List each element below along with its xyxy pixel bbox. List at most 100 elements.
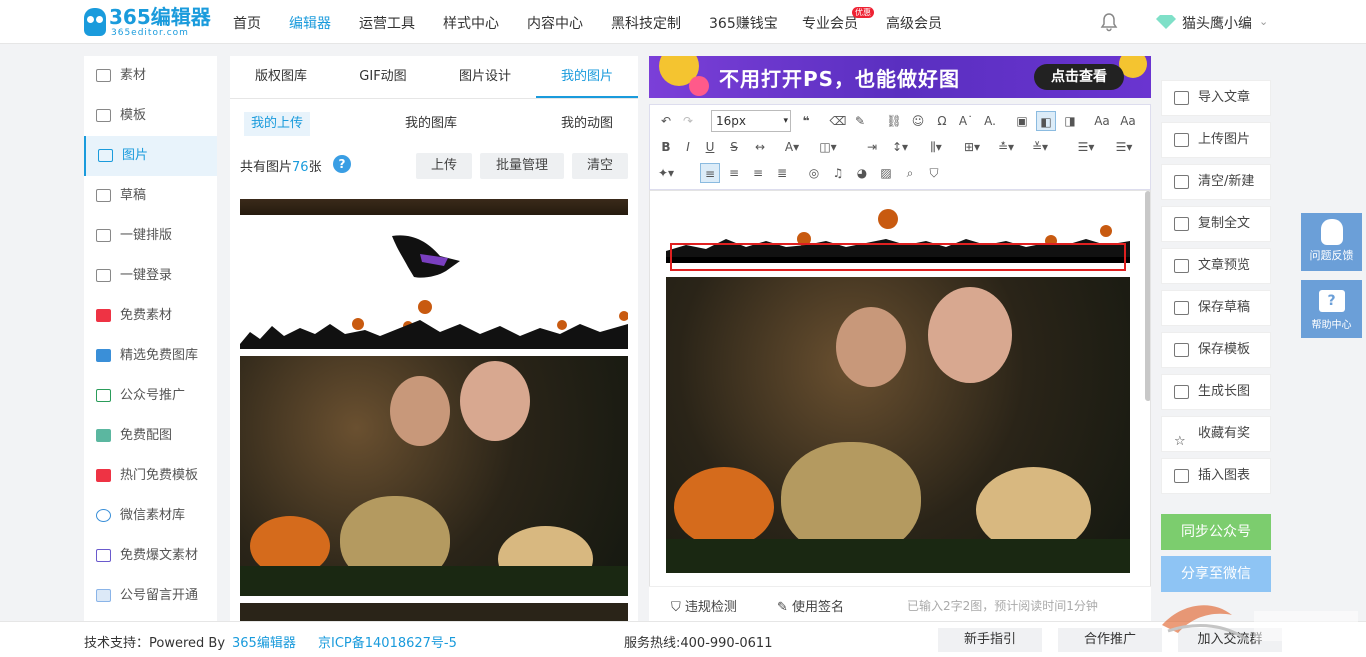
halloween-silhouette-image[interactable] — [240, 224, 628, 349]
tab-my-images[interactable]: 我的图片 — [536, 56, 638, 98]
sidebar-item-draft[interactable]: 草稿 — [84, 176, 217, 216]
image-thumbnail[interactable] — [240, 199, 628, 224]
sidebar-item-hot-template[interactable]: 热门免费模板 — [84, 456, 217, 496]
chevron-down-icon[interactable]: ⌄ — [1259, 15, 1268, 28]
layout-right-icon[interactable]: ◨ — [1060, 111, 1080, 131]
nav-senior-member[interactable]: 高级会员 — [886, 13, 942, 33]
partner-button[interactable]: 合作推广 — [1058, 628, 1162, 652]
editor-scrollbar[interactable] — [1145, 191, 1150, 401]
sidebar-item-gallery[interactable]: 精选免费图库 — [84, 336, 217, 376]
import-article-button[interactable]: 导入文章 — [1161, 80, 1271, 116]
sidebar-item-free-image[interactable]: 免费配图 — [84, 416, 217, 456]
paste-icon[interactable]: ▣ — [1012, 111, 1032, 131]
image-thumbnail[interactable] — [240, 603, 628, 621]
quote-icon[interactable]: ❝ — [796, 111, 816, 131]
paragraph-before-icon[interactable]: ≛▾ — [996, 137, 1016, 157]
sidebar-item-template[interactable]: 模板 — [84, 96, 217, 136]
feedback-float-button[interactable]: 问题反馈 — [1301, 213, 1362, 271]
insert-chart-button[interactable]: 插入图表 — [1161, 458, 1271, 494]
username[interactable]: 猫头鹰小编 — [1182, 13, 1252, 33]
horizontal-rule-icon[interactable]: ↔ — [750, 137, 770, 157]
guide-button[interactable]: 新手指引 — [938, 628, 1042, 652]
eraser-icon[interactable]: ⌫ — [828, 111, 848, 131]
undo-icon[interactable]: ↶ — [656, 111, 676, 131]
subtab-my-gallery[interactable]: 我的图库 — [398, 112, 464, 136]
long-image-button[interactable]: 生成长图 — [1161, 374, 1271, 410]
batch-manage-button[interactable]: 批量管理 — [480, 153, 564, 179]
help-center-float-button[interactable]: ? 帮助中心 — [1301, 280, 1362, 338]
background-color-icon[interactable]: ◫▾ — [818, 137, 838, 157]
letter-spacing-icon[interactable]: ⫼▾ — [926, 137, 946, 157]
bell-icon[interactable] — [1099, 12, 1119, 32]
help-icon[interactable]: ? — [333, 155, 351, 173]
sidebar-item-free-material[interactable]: 免费素材 — [84, 296, 217, 336]
sidebar-item-wechat-library[interactable]: 微信素材库 — [84, 496, 217, 536]
support-link[interactable]: 365编辑器 — [232, 632, 296, 651]
preview-button[interactable]: 文章预览 — [1161, 248, 1271, 284]
indent-icon[interactable]: ⇥ — [862, 137, 882, 157]
tab-gif[interactable]: GIF动图 — [332, 56, 434, 98]
subscript-icon[interactable]: A. — [980, 111, 1000, 131]
subtab-my-gifs[interactable]: 我的动图 — [554, 112, 620, 136]
save-draft-button[interactable]: 保存草稿 — [1161, 290, 1271, 326]
nav-style-center[interactable]: 样式中心 — [443, 13, 499, 33]
table-icon[interactable]: ⊞▾ — [962, 137, 982, 157]
subtab-my-uploads[interactable]: 我的上传 — [244, 112, 311, 136]
magic-wand-icon[interactable]: ✦▾ — [656, 163, 676, 183]
copy-all-button[interactable]: 复制全文 — [1161, 206, 1271, 242]
omega-icon[interactable]: Ω — [932, 111, 952, 131]
signature-button[interactable]: ✎ 使用签名 — [777, 596, 844, 615]
clear-button[interactable]: 清空 — [572, 153, 628, 179]
sidebar-item-comments[interactable]: 公号留言开通 — [84, 576, 217, 616]
share-wechat-button[interactable]: 分享至微信 — [1161, 556, 1271, 592]
sidebar-item-layout[interactable]: 一键排版 — [84, 216, 217, 256]
sync-wechat-button[interactable]: 同步公众号 — [1161, 514, 1271, 550]
promo-banner[interactable]: 不用打开PS，也能做好图 点击查看 — [649, 56, 1151, 98]
insert-image-icon[interactable]: ▨ — [876, 163, 896, 183]
upload-image-button[interactable]: 上传图片 — [1161, 122, 1271, 158]
nav-ops-tools[interactable]: 运营工具 — [359, 13, 415, 33]
kids-pumpkins-image[interactable] — [666, 277, 1130, 573]
font-size-select[interactable]: 16px ▾ — [711, 110, 791, 132]
superscript-icon[interactable]: A˙ — [956, 111, 976, 131]
sidebar-item-material[interactable]: 素材 — [84, 56, 217, 96]
align-left-icon[interactable]: ≡ — [700, 163, 720, 183]
nav-editor[interactable]: 编辑器 — [289, 13, 331, 33]
sidebar-item-image[interactable]: 图片 — [84, 136, 217, 176]
violation-check-button[interactable]: ⛉ 违规检测 — [671, 596, 737, 615]
nav-content-center[interactable]: 内容中心 — [527, 13, 583, 33]
upload-button[interactable]: 上传 — [416, 153, 472, 179]
nav-home[interactable]: 首页 — [233, 13, 261, 33]
music-icon[interactable]: ♫ — [828, 163, 848, 183]
align-center-icon[interactable]: ≡ — [724, 163, 744, 183]
icp-link[interactable]: 京ICP备14018627号-5 — [318, 632, 457, 651]
sidebar-item-viral[interactable]: 免费爆文素材 — [84, 536, 217, 576]
nav-pro-member[interactable]: 专业会员 优惠 — [802, 7, 874, 33]
logo[interactable]: 365编辑器 365editor.com — [84, 6, 211, 38]
underline-icon[interactable]: U — [700, 137, 720, 157]
nav-earn[interactable]: 365赚钱宝 — [709, 13, 778, 33]
font-color-icon[interactable]: A▾ — [782, 137, 802, 157]
image-thumbnail-kids-pumpkins[interactable] — [240, 356, 628, 596]
italic-icon[interactable]: I — [678, 137, 698, 157]
editor-canvas[interactable] — [649, 190, 1151, 620]
favorite-reward-button[interactable]: ☆ 收藏有奖 — [1161, 416, 1271, 452]
line-height-icon[interactable]: ↕▾ — [890, 137, 910, 157]
align-right-icon[interactable]: ≡ — [748, 163, 768, 183]
search-replace-icon[interactable]: ⌕ — [900, 163, 920, 183]
case-lower-icon[interactable]: Aa — [1118, 111, 1138, 131]
clear-new-button[interactable]: 清空/新建 — [1161, 164, 1271, 200]
tab-copyright-gallery[interactable]: 版权图库 — [230, 56, 332, 98]
video-icon[interactable]: ◎ — [804, 163, 824, 183]
banner-button[interactable]: 点击查看 — [1034, 64, 1124, 90]
strikethrough-icon[interactable]: S — [724, 137, 744, 157]
save-template-button[interactable]: 保存模板 — [1161, 332, 1271, 368]
tab-image-design[interactable]: 图片设计 — [434, 56, 536, 98]
layout-left-icon[interactable]: ◧ — [1036, 111, 1056, 131]
palette-icon[interactable]: ◕ — [852, 163, 872, 183]
sidebar-item-login[interactable]: 一键登录 — [84, 256, 217, 296]
redo-icon[interactable]: ↷ — [678, 111, 698, 131]
format-painter-icon[interactable]: ✎ — [850, 111, 870, 131]
sidebar-item-promote[interactable]: 公众号推广 — [84, 376, 217, 416]
paragraph-after-icon[interactable]: ≚▾ — [1030, 137, 1050, 157]
